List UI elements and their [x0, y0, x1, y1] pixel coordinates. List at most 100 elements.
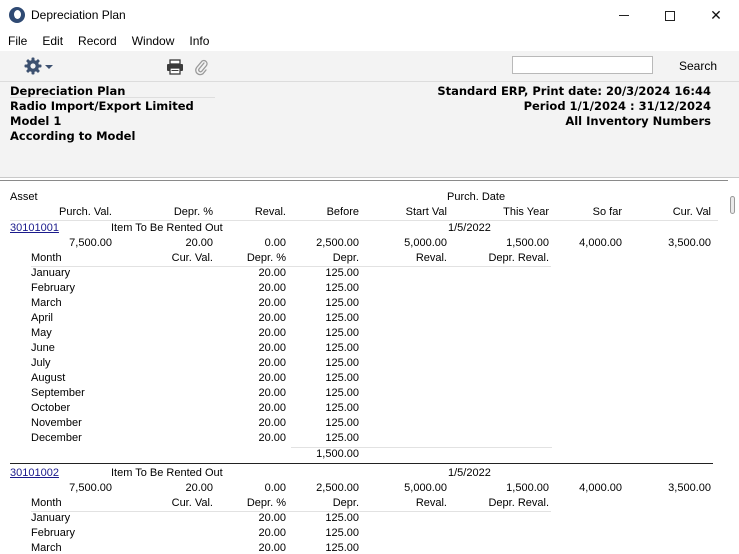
month-header-month: Month — [31, 252, 62, 264]
asset-depr-pct: 20.00 — [185, 482, 213, 494]
maximize-button[interactable] — [647, 0, 693, 31]
col-header-purch-val: Purch. Val. — [59, 206, 112, 218]
col-header-reval: Reval. — [254, 206, 286, 218]
month-depr: 125.00 — [325, 527, 359, 539]
month-depr: 125.00 — [325, 387, 359, 399]
month-name: October — [31, 402, 71, 414]
column-header-divider — [10, 220, 718, 221]
month-header-month: Month — [31, 497, 62, 509]
gear-dropdown-icon[interactable] — [45, 65, 53, 69]
month-header-divider — [31, 266, 551, 267]
month-depr-pct: 20.00 — [258, 282, 286, 294]
close-button[interactable]: ✕ — [693, 0, 739, 31]
month-depr: 125.00 — [325, 372, 359, 384]
month-header-depr-reval: Depr. Reval. — [488, 497, 549, 509]
asset-purch-date: 1/5/2022 — [448, 222, 491, 234]
scrollbar-thumb[interactable] — [730, 196, 735, 214]
menu-window[interactable]: Window — [124, 31, 182, 51]
asset-code-link[interactable]: 30101002 — [10, 467, 59, 479]
asset-name: Item To Be Rented Out — [111, 222, 223, 234]
month-depr: 125.00 — [325, 417, 359, 429]
month-depr-pct: 20.00 — [258, 327, 286, 339]
month-depr: 125.00 — [325, 342, 359, 354]
month-depr-pct: 20.00 — [258, 417, 286, 429]
printer-icon[interactable] — [166, 59, 184, 75]
paperclip-icon[interactable] — [194, 58, 208, 76]
month-name: March — [31, 542, 62, 554]
model-name: Model 1 — [10, 114, 62, 128]
search-button[interactable]: Search — [670, 56, 726, 76]
month-name: May — [31, 327, 52, 339]
menu-edit[interactable]: Edit — [34, 31, 70, 51]
report-header: Depreciation Plan Radio Import/Export Li… — [0, 82, 739, 178]
period-info: Period 1/1/2024 : 31/12/2024 — [523, 99, 711, 113]
asset-cur-val: 3,500.00 — [668, 237, 711, 249]
close-icon: ✕ — [710, 7, 722, 24]
month-depr-pct: 20.00 — [258, 387, 286, 399]
col-header-start-val: Start Val — [405, 206, 447, 218]
month-depr-pct: 20.00 — [258, 512, 286, 524]
minimize-button[interactable] — [601, 0, 647, 31]
asset-reval: 0.00 — [264, 482, 286, 494]
asset-code-link[interactable]: 30101001 — [10, 222, 59, 234]
col-header-cur-val: Cur. Val — [672, 206, 711, 218]
month-name: July — [31, 357, 51, 369]
asset-before: 2,500.00 — [316, 237, 359, 249]
month-name: September — [31, 387, 85, 399]
col-header-this-year: This Year — [503, 206, 549, 218]
search-input[interactable] — [512, 56, 653, 74]
month-header-reval: Reval. — [415, 252, 447, 264]
month-depr-pct: 20.00 — [258, 357, 286, 369]
asset-purch-date: 1/5/2022 — [448, 467, 491, 479]
minimize-icon — [619, 15, 629, 16]
month-depr: 125.00 — [325, 267, 359, 279]
toolbar: Search — [0, 51, 739, 82]
month-name: November — [31, 417, 82, 429]
month-header-depr-reval: Depr. Reval. — [488, 252, 549, 264]
asset-start-val: 5,000.00 — [404, 237, 447, 249]
asset-reval: 0.00 — [264, 237, 286, 249]
maximize-icon — [665, 10, 675, 21]
col-header-purch-date: Purch. Date — [447, 191, 506, 203]
menu-record[interactable]: Record — [70, 31, 124, 51]
company-name: Radio Import/Export Limited — [10, 99, 194, 113]
month-depr: 125.00 — [325, 432, 359, 444]
month-name: August — [31, 372, 66, 384]
month-header-cur-val: Cur. Val. — [171, 497, 213, 509]
month-depr-pct: 20.00 — [258, 297, 286, 309]
col-header-asset: Asset — [10, 191, 38, 203]
month-name: January — [31, 512, 71, 524]
col-header-before: Before — [326, 206, 359, 218]
month-depr: 125.00 — [325, 282, 359, 294]
month-depr-pct: 20.00 — [258, 402, 286, 414]
month-depr: 125.00 — [325, 542, 359, 554]
title-bar: Depreciation Plan ✕ — [0, 0, 739, 31]
month-header-divider — [31, 511, 551, 512]
asset-purch-val: 7,500.00 — [69, 482, 112, 494]
col-header-depr-pct: Depr. % — [173, 206, 213, 218]
month-header-depr-pct: Depr. % — [246, 497, 286, 509]
month-name: February — [31, 527, 76, 539]
report-body[interactable]: Asset Purch. Date Purch. Val. Depr. % Reval.… — [0, 180, 728, 554]
month-depr-total: 1,500.00 — [316, 448, 359, 460]
title-divider — [10, 97, 215, 98]
gear-icon[interactable] — [24, 57, 42, 75]
month-name: June — [31, 342, 55, 354]
month-depr: 125.00 — [325, 402, 359, 414]
asset-depr-pct: 20.00 — [185, 237, 213, 249]
asset-this-year: 1,500.00 — [506, 482, 549, 494]
asset-so-far: 4,000.00 — [579, 482, 622, 494]
month-depr-pct: 20.00 — [258, 342, 286, 354]
month-header-depr: Depr. — [332, 252, 359, 264]
month-depr: 125.00 — [325, 297, 359, 309]
month-name: April — [31, 312, 54, 324]
vertical-scrollbar[interactable] — [728, 180, 739, 554]
month-depr: 125.00 — [325, 312, 359, 324]
asset-name: Item To Be Rented Out — [111, 467, 223, 479]
month-header-depr-pct: Depr. % — [246, 252, 286, 264]
month-depr-pct: 20.00 — [258, 432, 286, 444]
menu-file[interactable]: File — [0, 31, 34, 51]
menu-info[interactable]: Info — [181, 31, 216, 51]
month-depr: 125.00 — [325, 327, 359, 339]
month-depr-pct: 20.00 — [258, 267, 286, 279]
